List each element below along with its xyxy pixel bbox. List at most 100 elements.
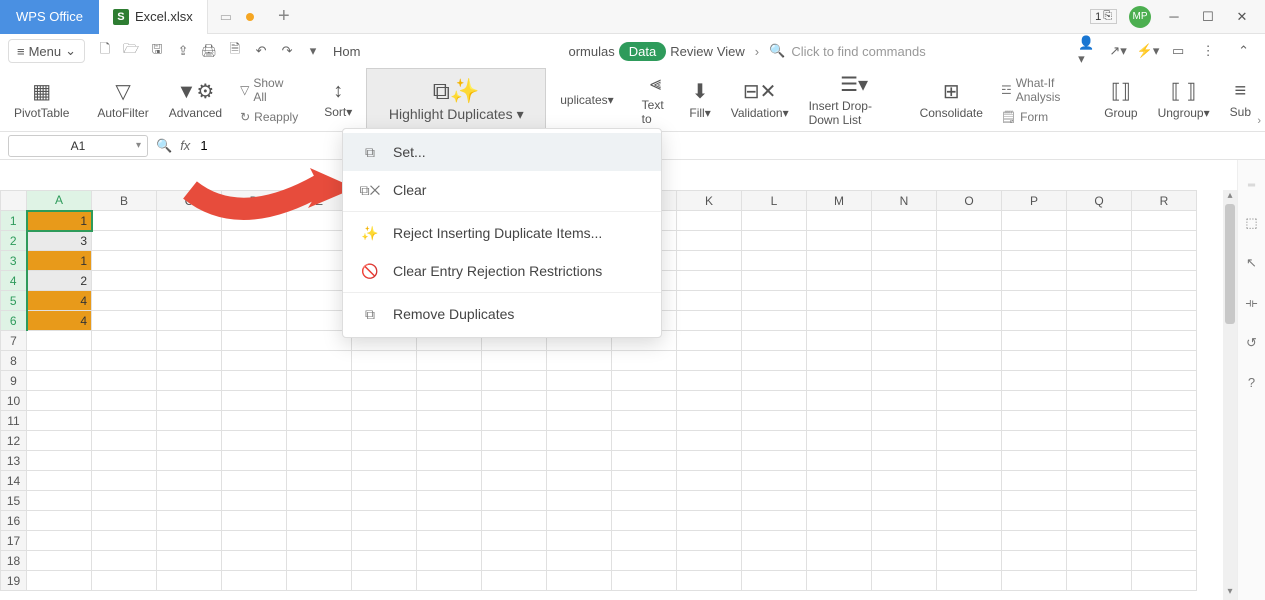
cell[interactable] xyxy=(352,371,417,391)
close-button[interactable]: ✕ xyxy=(1231,6,1253,28)
cell[interactable] xyxy=(157,571,222,591)
cell[interactable] xyxy=(742,511,807,531)
cell[interactable] xyxy=(807,351,872,371)
cell[interactable] xyxy=(872,511,937,531)
advanced-filter-button[interactable]: ▼⚙ Advanced xyxy=(163,75,228,124)
cell[interactable] xyxy=(222,391,287,411)
cell[interactable] xyxy=(482,431,547,451)
cell[interactable] xyxy=(482,471,547,491)
row-header[interactable]: 17 xyxy=(1,531,27,551)
cell[interactable] xyxy=(157,551,222,571)
cell[interactable] xyxy=(482,391,547,411)
cell[interactable] xyxy=(612,371,677,391)
cell[interactable] xyxy=(27,371,92,391)
row-header[interactable]: 15 xyxy=(1,491,27,511)
cell[interactable] xyxy=(872,211,937,231)
cell[interactable] xyxy=(157,471,222,491)
cell[interactable] xyxy=(807,491,872,511)
cell[interactable] xyxy=(92,511,157,531)
cell[interactable] xyxy=(1067,331,1132,351)
cell[interactable] xyxy=(352,551,417,571)
cell[interactable] xyxy=(937,211,1002,231)
app-badge[interactable]: WPS Office xyxy=(0,0,99,34)
cell[interactable] xyxy=(872,251,937,271)
help-icon[interactable]: ? xyxy=(1248,375,1255,390)
cell[interactable] xyxy=(677,271,742,291)
cell[interactable] xyxy=(417,551,482,571)
cell[interactable] xyxy=(612,491,677,511)
cell[interactable] xyxy=(417,431,482,451)
cell[interactable] xyxy=(547,491,612,511)
cell[interactable] xyxy=(1002,391,1067,411)
cell[interactable] xyxy=(742,431,807,451)
cell[interactable] xyxy=(807,551,872,571)
settings-slider-icon[interactable]: ⟛ xyxy=(1246,295,1258,311)
cell[interactable] xyxy=(417,531,482,551)
sort-button[interactable]: ↕ Sort▾ xyxy=(318,76,358,123)
cell[interactable] xyxy=(937,431,1002,451)
lightning-icon[interactable]: ⚡▾ xyxy=(1138,41,1158,61)
cell[interactable] xyxy=(807,371,872,391)
cell[interactable] xyxy=(1067,491,1132,511)
cell[interactable] xyxy=(92,451,157,471)
select-tool-icon[interactable]: ⬚ xyxy=(1245,215,1257,231)
menu-item-set[interactable]: ⧉ Set... xyxy=(343,133,661,171)
cell[interactable] xyxy=(937,571,1002,591)
cell[interactable] xyxy=(222,411,287,431)
cell[interactable] xyxy=(1067,271,1132,291)
print-preview-icon[interactable]: 🗎 xyxy=(225,41,245,61)
cell[interactable] xyxy=(742,451,807,471)
cell[interactable] xyxy=(92,351,157,371)
open-icon[interactable]: 🗁 xyxy=(121,41,141,61)
cell[interactable] xyxy=(157,291,222,311)
cell[interactable] xyxy=(677,571,742,591)
cell[interactable] xyxy=(547,551,612,571)
cell[interactable] xyxy=(742,311,807,331)
cell[interactable] xyxy=(677,551,742,571)
cell[interactable] xyxy=(677,531,742,551)
cell[interactable] xyxy=(222,431,287,451)
cell[interactable] xyxy=(807,471,872,491)
column-header[interactable]: R xyxy=(1132,191,1197,211)
cell[interactable] xyxy=(1132,211,1197,231)
cell[interactable] xyxy=(547,451,612,471)
row-header[interactable]: 4 xyxy=(1,271,27,291)
reapply-button[interactable]: ↻ Reapply xyxy=(236,108,302,126)
cell[interactable] xyxy=(1002,271,1067,291)
cell[interactable] xyxy=(92,211,157,231)
cell[interactable] xyxy=(92,231,157,251)
column-header[interactable]: L xyxy=(742,191,807,211)
cell[interactable] xyxy=(1132,431,1197,451)
cell[interactable] xyxy=(742,331,807,351)
cell[interactable] xyxy=(937,411,1002,431)
new-file-icon[interactable]: 🗋 xyxy=(95,41,115,61)
cell[interactable] xyxy=(742,251,807,271)
qat-dropdown-icon[interactable]: ▾ xyxy=(303,41,323,61)
new-tab-button[interactable]: + xyxy=(268,5,300,28)
cell[interactable] xyxy=(677,231,742,251)
cell[interactable] xyxy=(872,271,937,291)
cell[interactable] xyxy=(417,491,482,511)
cell[interactable] xyxy=(222,491,287,511)
column-header[interactable]: A xyxy=(27,191,92,211)
cell[interactable] xyxy=(547,471,612,491)
column-header[interactable]: N xyxy=(872,191,937,211)
cursor-icon[interactable]: ↖ xyxy=(1246,255,1257,271)
cell[interactable] xyxy=(742,571,807,591)
cell[interactable] xyxy=(287,351,352,371)
tab-data[interactable]: Data xyxy=(619,42,666,61)
column-header[interactable]: P xyxy=(1002,191,1067,211)
undo-icon[interactable]: ↶ xyxy=(251,41,271,61)
cell[interactable] xyxy=(1067,451,1132,471)
cell[interactable] xyxy=(157,331,222,351)
cell[interactable] xyxy=(937,391,1002,411)
cell[interactable] xyxy=(222,331,287,351)
row-header[interactable]: 11 xyxy=(1,411,27,431)
cell[interactable] xyxy=(1132,391,1197,411)
cell[interactable] xyxy=(807,531,872,551)
cell[interactable]: 4 xyxy=(27,291,92,311)
cell[interactable]: 1 xyxy=(27,251,92,271)
row-header[interactable]: 8 xyxy=(1,351,27,371)
cell[interactable] xyxy=(92,491,157,511)
cell[interactable] xyxy=(92,331,157,351)
